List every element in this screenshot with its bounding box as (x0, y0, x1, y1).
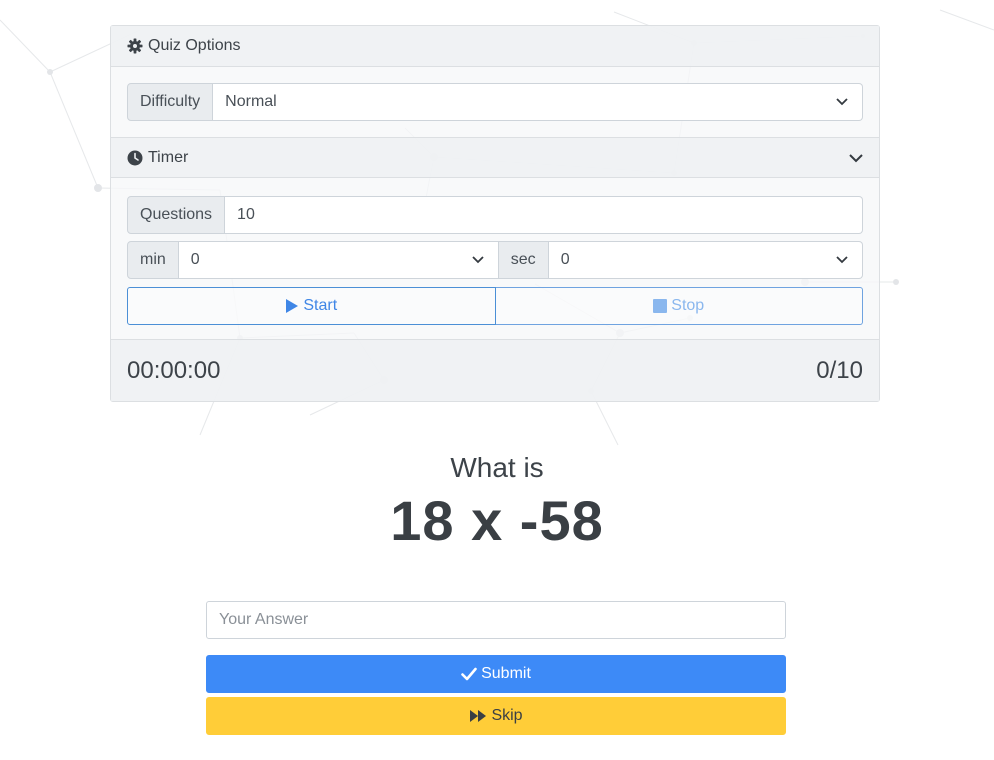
difficulty-group: Difficulty Normal (127, 83, 863, 121)
sec-label: sec (498, 241, 549, 279)
stop-label: Stop (671, 297, 705, 314)
minutes-select[interactable]: 0 (178, 241, 499, 279)
skip-label: Skip (491, 707, 523, 724)
questions-value: 10 (237, 206, 255, 223)
stop-icon (653, 299, 668, 313)
quiz-options-card: Quiz Options Difficulty Normal Timer Que… (110, 25, 880, 402)
play-icon (285, 298, 299, 314)
quiz-options-header[interactable]: Quiz Options (111, 26, 879, 67)
question-expression: 18 x -58 (390, 489, 604, 552)
question-progress: 0/10 (816, 356, 863, 384)
chevron-down-icon (472, 256, 484, 264)
timer-section: Questions 10 min 0 sec 0 Start Stop (111, 179, 879, 341)
difficulty-select[interactable]: Normal (213, 83, 863, 121)
time-limit-group: min 0 sec 0 (127, 241, 863, 279)
start-label: Start (303, 297, 338, 314)
check-icon (461, 667, 477, 681)
skip-button[interactable]: Skip (206, 697, 786, 735)
minutes-value: 0 (190, 251, 200, 268)
elapsed-time: 00:00:00 (127, 356, 221, 384)
question-prompt: What is (450, 452, 544, 483)
chevron-down-icon (836, 98, 848, 106)
quiz-status-bar: 00:00:00 0/10 (111, 339, 879, 401)
difficulty-value: Normal (225, 93, 277, 110)
questions-label: Questions (127, 196, 226, 234)
gear-icon (127, 38, 143, 54)
seconds-select[interactable]: 0 (548, 241, 863, 279)
stop-button[interactable]: Stop (495, 287, 863, 325)
timer-controls: Start Stop (127, 287, 863, 325)
questions-input[interactable]: 10 (225, 196, 863, 234)
chevron-down-icon (836, 256, 848, 264)
submit-button[interactable]: Submit (206, 655, 786, 693)
timer-title: Timer (148, 148, 189, 166)
quiz-options-title: Quiz Options (148, 37, 241, 54)
questions-group: Questions 10 (127, 196, 863, 234)
start-button[interactable]: Start (127, 287, 496, 325)
seconds-value: 0 (560, 251, 570, 268)
clock-icon (127, 150, 143, 166)
fast-forward-icon (469, 709, 487, 723)
difficulty-label: Difficulty (127, 83, 214, 121)
submit-label: Submit (481, 665, 531, 682)
min-label: min (127, 241, 179, 279)
answer-input[interactable] (206, 601, 786, 639)
timer-header[interactable]: Timer (111, 137, 879, 178)
chevron-down-icon[interactable] (849, 153, 863, 163)
